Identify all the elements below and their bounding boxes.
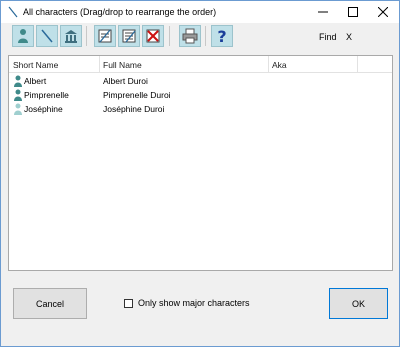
window-title: All characters (Drag/drop to rearrange t…: [23, 7, 217, 17]
major-characters-option[interactable]: Only show major characters: [124, 298, 250, 308]
short-name-cell: Pimprenelle: [24, 90, 69, 100]
major-characters-label[interactable]: Only show major characters: [138, 298, 250, 308]
cancel-button[interactable]: Cancel: [13, 288, 87, 319]
list-item[interactable]: Joséphine Joséphine Duroi: [9, 102, 392, 116]
new-character-button[interactable]: [94, 25, 116, 47]
find-clear-button[interactable]: X: [346, 32, 352, 42]
print-icon: [182, 28, 198, 44]
column-divider[interactable]: [268, 56, 269, 72]
column-header-full-name[interactable]: Full Name: [103, 60, 142, 70]
short-name-cell: Albert: [24, 76, 47, 86]
major-characters-checkbox[interactable]: [124, 298, 133, 308]
close-icon: [378, 7, 388, 17]
toolbar-separator: [169, 26, 170, 46]
maximize-icon: [348, 7, 358, 17]
help-icon: ?: [217, 26, 227, 46]
character-list[interactable]: Short Name Full Name Aka Albert Albert D…: [8, 55, 393, 271]
quill-pen-icon: [8, 6, 18, 18]
list-item[interactable]: Albert Albert Duroi: [9, 74, 392, 88]
help-button[interactable]: ?: [211, 25, 233, 47]
short-name-cell: Joséphine: [24, 104, 63, 114]
person-icon: [14, 75, 22, 87]
quill-pen-icon: [41, 29, 53, 43]
close-button[interactable]: [368, 1, 398, 23]
print-button[interactable]: [179, 25, 201, 47]
building-button[interactable]: [60, 25, 82, 47]
quill-button[interactable]: [36, 25, 58, 47]
find-label[interactable]: Find: [319, 32, 337, 42]
delete-character-button[interactable]: [142, 25, 164, 47]
ok-button[interactable]: OK: [329, 288, 388, 319]
column-header-aka[interactable]: Aka: [272, 60, 287, 70]
column-divider[interactable]: [357, 56, 358, 72]
column-divider[interactable]: [99, 56, 100, 72]
edit-character-icon: [122, 29, 136, 43]
full-name-cell: Albert Duroi: [103, 76, 148, 86]
person-icon: [14, 89, 22, 101]
list-item[interactable]: Pimprenelle Pimprenelle Duroi: [9, 88, 392, 102]
person-icon: [14, 103, 22, 115]
minimize-icon: [318, 11, 328, 13]
edit-character-button[interactable]: [118, 25, 140, 47]
column-header-short-name[interactable]: Short Name: [13, 60, 58, 70]
person-button[interactable]: [12, 25, 34, 47]
delete-character-icon: [146, 29, 160, 43]
person-icon: [18, 29, 28, 43]
characters-dialog: All characters (Drag/drop to rearrange t…: [0, 0, 400, 347]
list-header: Short Name Full Name Aka: [9, 56, 392, 73]
full-name-cell: Joséphine Duroi: [103, 104, 165, 114]
title-bar[interactable]: All characters (Drag/drop to rearrange t…: [1, 1, 399, 23]
new-character-icon: [98, 29, 112, 43]
toolbar-separator: [86, 26, 87, 46]
toolbar: ? Find X: [1, 23, 399, 51]
building-icon: [65, 30, 77, 43]
full-name-cell: Pimprenelle Duroi: [103, 90, 171, 100]
maximize-button[interactable]: [338, 1, 368, 23]
toolbar-separator: [205, 26, 206, 46]
minimize-button[interactable]: [308, 1, 338, 23]
